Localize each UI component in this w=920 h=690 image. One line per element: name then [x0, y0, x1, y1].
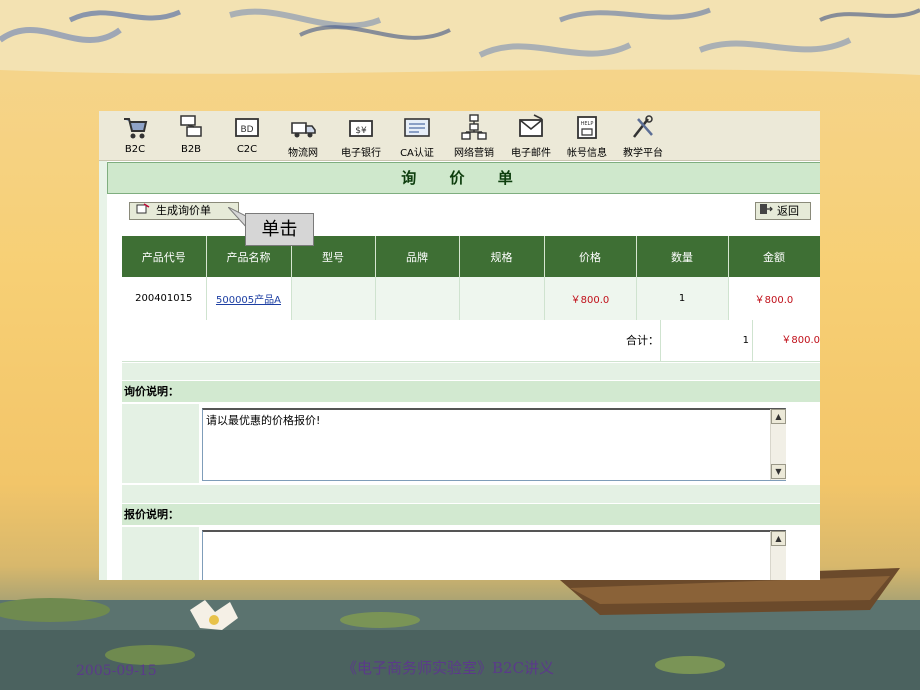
total-row: 合计： 1 ￥800.0 [122, 320, 820, 362]
total-amount: ￥800.0 [781, 335, 820, 346]
toolbar-label: C2C [236, 144, 258, 155]
toolbar-email[interactable]: 电子邮件 [506, 113, 556, 159]
toolbar-account[interactable]: HELP 帐号信息 [562, 113, 612, 159]
table-header-row: 产品代号 产品名称 型号 品牌 规格 价格 数量 金额 [122, 236, 820, 277]
product-name-cell: 500005产品A [206, 277, 292, 321]
document-edit-icon [136, 203, 150, 219]
toolbar-label: 物流网 [288, 148, 318, 159]
model-cell [291, 277, 376, 321]
toolbar-label: 帐号信息 [567, 148, 607, 159]
page-title: 询 价 单 [107, 162, 820, 194]
toolbar: B2C B2B BD C2C 物流网 $¥ 电子银行 CA认证 网络营销 电子邮… [99, 111, 820, 161]
toolbar-label: B2C [124, 144, 146, 155]
toolbar-logistics[interactable]: 物流网 [283, 113, 323, 159]
tools-icon [633, 115, 653, 138]
product-code-cell: 200401015 [122, 277, 207, 321]
amount-cell: ￥800.0 [728, 277, 820, 321]
spacer-band [122, 363, 820, 380]
exit-door-icon [759, 203, 773, 220]
toolbar-label: 电子邮件 [511, 148, 551, 159]
svg-text:HELP: HELP [581, 121, 594, 127]
col-header: 品牌 [375, 236, 460, 277]
spec-cell [459, 277, 545, 321]
svg-text:$¥: $¥ [355, 126, 367, 136]
back-label: 返回 [777, 204, 799, 218]
decorative-waves [0, 0, 920, 80]
toolbar-label: 电子银行 [341, 148, 381, 159]
scroll-up-icon[interactable]: ▲ [771, 531, 786, 546]
spacer-band [122, 485, 820, 503]
table-row: 200401015 500005产品A ￥800.0 1 ￥800.0 [122, 277, 820, 321]
scroll-down-icon[interactable]: ▼ [771, 464, 786, 479]
left-margin-strip [99, 161, 107, 580]
slide-date: 2005-09-15 [76, 663, 157, 679]
price-cell: ￥800.0 [544, 277, 637, 321]
inquiry-note-text: 请以最优惠的价格报价! [206, 414, 321, 427]
inquiry-note-side [122, 404, 199, 483]
money-icon: $¥ [349, 120, 373, 137]
generate-inquiry-button[interactable]: 生成询价单 [129, 202, 239, 220]
toolbar-b2c[interactable]: B2C [119, 113, 151, 159]
product-table: 产品代号 产品名称 型号 品牌 规格 价格 数量 金额 200401015 50… [122, 236, 820, 321]
mail-icon [519, 114, 543, 137]
col-header: 数量 [636, 236, 729, 277]
product-name-link[interactable]: 500005产品A [216, 295, 281, 306]
scroll-up-icon[interactable]: ▲ [771, 409, 786, 424]
quote-scrollbar[interactable]: ▲ [770, 531, 786, 580]
inquiry-note-textarea[interactable]: 请以最优惠的价格报价! [202, 408, 786, 481]
quote-note-side [122, 527, 199, 580]
col-header: 规格 [459, 236, 545, 277]
quote-note-heading: 报价说明： [122, 504, 820, 525]
certificate-icon [404, 118, 430, 137]
toolbar-marketing[interactable]: 网络营销 [449, 113, 499, 159]
svg-text:BD: BD [240, 125, 253, 135]
col-header: 价格 [544, 236, 637, 277]
total-quantity: 1 [742, 335, 749, 346]
org-chart-icon [461, 114, 487, 140]
generate-inquiry-label: 生成询价单 [156, 204, 211, 217]
shopping-cart-icon [124, 118, 148, 139]
help-book-icon: HELP [577, 116, 597, 139]
toolbar-ebank[interactable]: $¥ 电子银行 [335, 113, 387, 159]
app-window: B2C B2B BD C2C 物流网 $¥ 电子银行 CA认证 网络营销 电子邮… [99, 111, 820, 580]
back-button[interactable]: 返回 [755, 202, 811, 220]
cc-card-icon: BD [235, 118, 259, 137]
truck-icon [291, 122, 316, 138]
inquiry-note-heading: 询价说明： [122, 381, 820, 402]
total-label: 合计： [626, 334, 659, 347]
network-icon [180, 115, 202, 137]
toolbar-ca[interactable]: CA认证 [397, 113, 437, 159]
toolbar-label: B2B [180, 144, 202, 155]
quote-note-textarea[interactable] [202, 530, 786, 580]
toolbar-b2b[interactable]: B2B [175, 113, 207, 159]
click-callout: 单击 [245, 213, 314, 246]
toolbar-label: 网络营销 [454, 148, 494, 159]
inquiry-scrollbar[interactable]: ▲ ▼ [770, 409, 786, 480]
toolbar-teaching[interactable]: 教学平台 [618, 113, 668, 159]
col-header: 金额 [728, 236, 820, 277]
toolbar-label: 教学平台 [623, 148, 663, 159]
brand-cell [375, 277, 460, 321]
slide-footer-title: 《电子商务师实验室》B2C讲义 [342, 659, 555, 677]
col-header: 产品代号 [122, 236, 207, 277]
quantity-cell: 1 [636, 277, 729, 321]
toolbar-label: CA认证 [400, 148, 434, 159]
toolbar-c2c[interactable]: BD C2C [231, 113, 263, 159]
